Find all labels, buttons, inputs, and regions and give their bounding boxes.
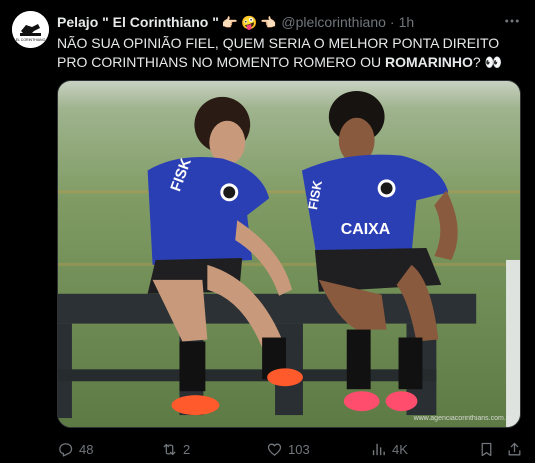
retweet-icon	[163, 443, 176, 455]
like-count: 103	[288, 441, 310, 457]
retweet-button[interactable]: 2	[161, 438, 190, 460]
tweet-text-bold: ROMARINHO	[384, 54, 473, 70]
reply-icon	[59, 442, 73, 457]
bookmark-icon	[481, 442, 492, 456]
players-on-bench-image: FISK FISK CAIXA	[58, 81, 520, 427]
photo-watermark: www.agenciacorinthians.com.br	[413, 415, 512, 422]
tweet-text-part2: ? 👀	[472, 54, 502, 70]
analytics-icon	[372, 443, 385, 455]
retweet-count: 2	[183, 441, 191, 457]
emoji-pointing-right: 👉🏻	[221, 14, 239, 30]
tweet-actions-bar: 48 2 103 4K	[57, 438, 521, 460]
header-separator: ·	[389, 14, 395, 30]
author-handle[interactable]: @plelcorinthiano	[281, 14, 386, 30]
tweet-card[interactable]: EL CORINTHIANO Pelajo " El Corinthiano "…	[0, 0, 535, 463]
reply-count: 48	[79, 441, 94, 457]
more-horizontal-icon	[505, 19, 519, 23]
share-icon	[508, 442, 521, 455]
emoji-pointing-left: 👈🏻	[260, 14, 277, 30]
svg-text:EL CORINTHIANO: EL CORINTHIANO	[16, 38, 46, 42]
jersey-sponsor-text: CAIXA	[341, 221, 391, 238]
reply-button[interactable]: 48	[57, 438, 93, 460]
like-button[interactable]: 103	[266, 438, 310, 460]
tweet-text: NÃO SUA OPINIÃO FIEL, QUEM SERIA O MELHO…	[57, 34, 522, 72]
emoji-zany-face: 🤪	[241, 14, 258, 30]
views-count: 4K	[392, 441, 408, 457]
author-display-name[interactable]: Pelajo " El Corinthiano "	[57, 14, 219, 30]
tweet-header: Pelajo " El Corinthiano " 👉🏻 🤪 👈🏻 @plelc…	[57, 12, 414, 32]
views-button[interactable]: 4K	[370, 438, 408, 460]
tweet-media-photo[interactable]: FISK FISK CAIXA www.agenciacorinthians.c…	[57, 80, 521, 428]
tweet-timestamp[interactable]: 1h	[399, 14, 415, 30]
share-button[interactable]	[506, 438, 523, 460]
heart-icon	[267, 443, 282, 456]
avatar[interactable]: EL CORINTHIANO	[12, 11, 49, 48]
corinthians-badge-icon: EL CORINTHIANO	[12, 11, 49, 48]
bookmark-button[interactable]	[478, 438, 495, 460]
more-options-button[interactable]	[503, 12, 521, 30]
